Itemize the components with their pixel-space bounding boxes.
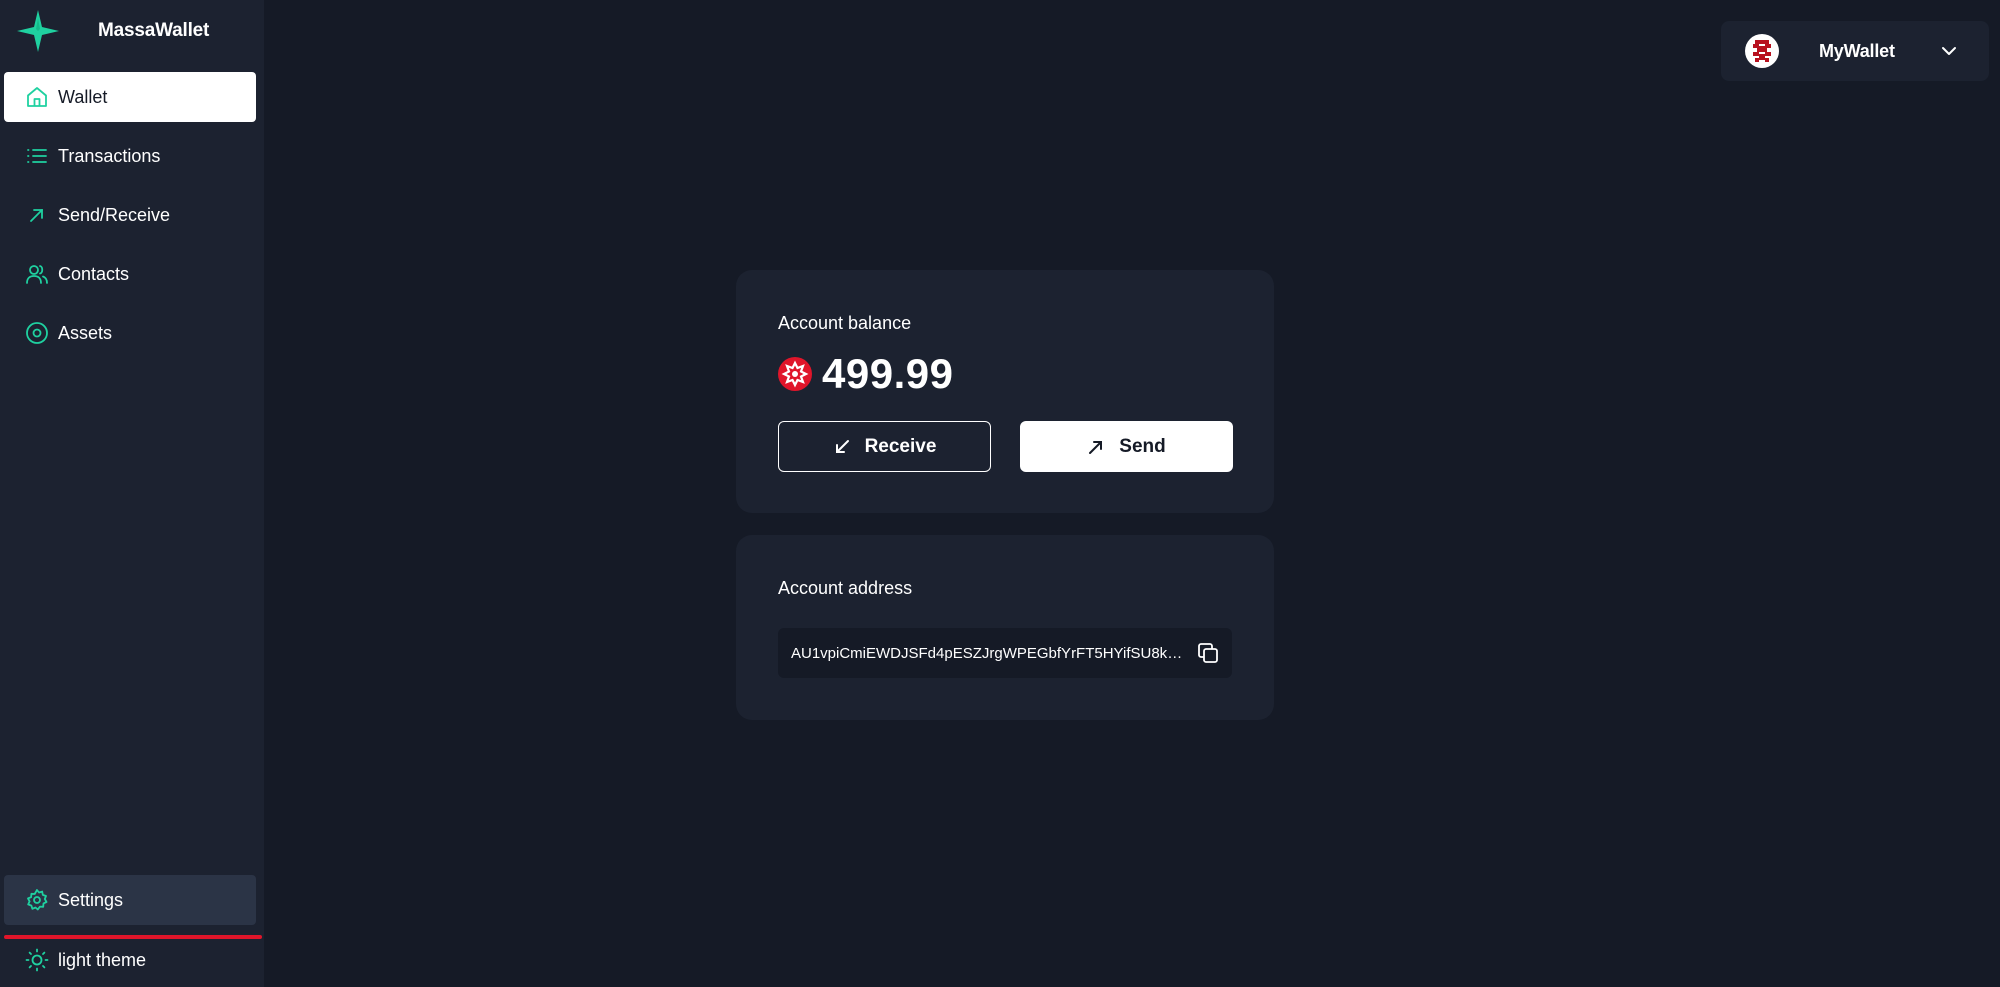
brand-name: MassaWallet — [98, 20, 210, 41]
sidebar-item-label: Contacts — [58, 263, 130, 284]
sidebar: MassaWallet Wallet Transactions Send/Rec… — [0, 0, 264, 987]
app-root: MassaWallet Wallet Transactions Send/Rec… — [0, 0, 2000, 987]
sidebar-item-assets[interactable]: Assets — [4, 308, 256, 358]
massa-coin-icon — [778, 357, 812, 391]
sidebar-item-label: Transactions — [58, 145, 161, 166]
balance-card: Account balance 499.99 Receive Send — [736, 270, 1274, 513]
sidebar-item-transactions[interactable]: Transactions — [4, 131, 256, 181]
address-box[interactable]: AU1vpiCmiEWDJSFd4pESZJrgWPEGbfYrFT5HYifS… — [778, 628, 1232, 678]
account-selector[interactable]: MyWallet — [1721, 21, 1989, 81]
sidebar-item-send-receive[interactable]: Send/Receive — [4, 190, 256, 240]
target-icon — [24, 320, 50, 346]
address-card: Account address AU1vpiCmiEWDJSFd4pESZJrg… — [736, 535, 1274, 720]
theme-label: light theme — [58, 949, 147, 970]
home-icon — [24, 84, 50, 110]
receive-button-label: Receive — [864, 435, 937, 457]
balance-label: Account balance — [778, 313, 912, 333]
brand[interactable]: MassaWallet — [14, 6, 209, 56]
copy-icon[interactable] — [1196, 641, 1220, 665]
sidebar-item-label: Wallet — [58, 86, 108, 107]
send-button-label: Send — [1119, 435, 1166, 457]
account-name: MyWallet — [1819, 40, 1895, 61]
sidebar-item-settings[interactable]: Settings — [4, 875, 256, 925]
balance-value: 499.99 — [822, 350, 954, 397]
list-icon — [24, 143, 50, 169]
gear-icon — [24, 887, 50, 913]
pixel-avatar-icon — [1745, 34, 1779, 68]
balance-row: 499.99 — [778, 350, 953, 398]
sidebar-item-label: Send/Receive — [58, 204, 171, 225]
sidebar-item-label: Assets — [58, 322, 113, 343]
sidebar-item-wallet[interactable]: Wallet — [4, 72, 256, 122]
chevron-down-icon — [1937, 39, 1961, 63]
theme-toggle[interactable]: light theme — [4, 935, 256, 985]
address-label: Account address — [778, 578, 913, 598]
receive-button[interactable]: Receive — [778, 421, 991, 472]
arrow-up-right-icon — [1087, 437, 1107, 457]
settings-label: Settings — [58, 889, 124, 910]
address-value[interactable]: AU1vpiCmiEWDJSFd4pESZJrgWPEGbfYrFT5HYifS… — [791, 645, 1187, 662]
sun-icon — [24, 947, 50, 973]
sidebar-item-contacts[interactable]: Contacts — [4, 249, 256, 299]
send-button[interactable]: Send — [1020, 421, 1233, 472]
massa-star-icon — [14, 7, 62, 55]
users-icon — [24, 261, 50, 287]
arrow-up-right-icon — [24, 202, 50, 228]
arrow-down-left-icon — [833, 437, 853, 457]
